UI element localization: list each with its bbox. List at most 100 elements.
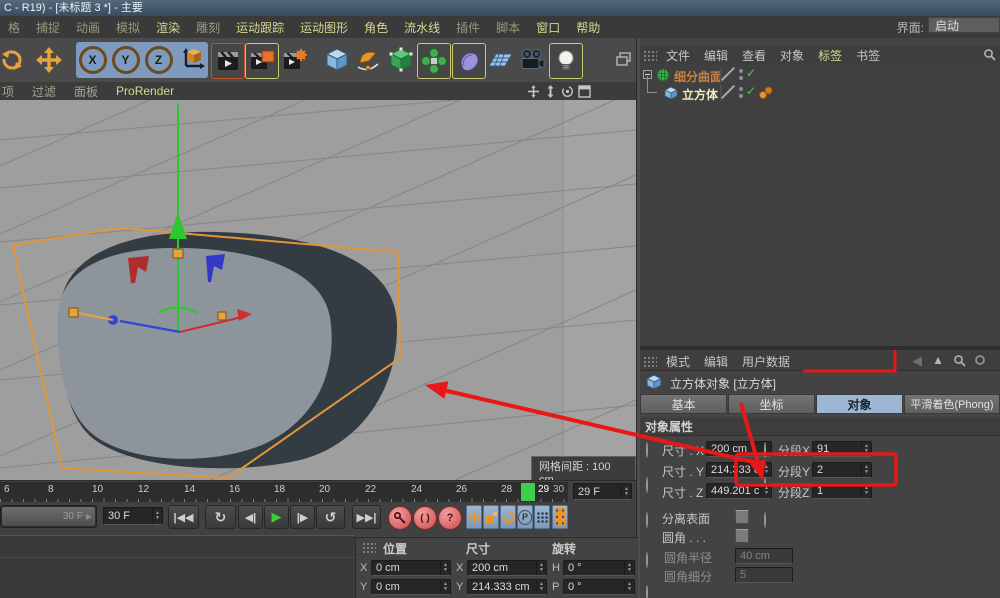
render-view-button[interactable] [211,43,245,79]
stepper[interactable] [536,561,546,575]
light-button[interactable] [549,43,583,79]
om-menu-file[interactable]: 文件 [659,47,697,64]
seg-x-field[interactable]: 91 [812,441,872,457]
om-menu-edit[interactable]: 编辑 [697,47,735,64]
deformer-button[interactable] [452,43,486,79]
position-x-field[interactable]: 0 cm [371,560,451,576]
current-frame-field[interactable]: 29 F [573,483,632,500]
om-menu-object[interactable]: 对象 [773,47,811,64]
size-z-field[interactable]: 449.201 c [706,483,772,499]
menu-window[interactable]: 窗口 [528,19,568,36]
key-rotation-button[interactable] [500,505,516,529]
key-pla-button[interactable] [534,505,550,529]
timeline-range-slider[interactable]: 30 F ▶ [0,505,97,528]
separate-surfaces-checkbox[interactable] [735,510,749,524]
phong-tag-icon[interactable] [758,86,774,103]
keyframe-selection-button[interactable]: ? [438,506,462,530]
add-primitive-button[interactable] [321,43,353,77]
previous-frame-button[interactable]: ◀| [238,505,263,529]
timeline-filmstrip-button[interactable] [552,505,568,529]
stepper[interactable] [761,463,771,477]
stepper[interactable] [440,561,450,575]
goto-end-button[interactable]: ▶▶| [352,505,381,529]
render-picture-viewer-button[interactable] [245,43,279,79]
menu-character[interactable]: 角色 [356,19,396,36]
menu-snap[interactable]: 捕捉 [28,19,68,36]
stepper[interactable] [861,463,871,477]
object-name-sds[interactable]: 细分曲面 [674,68,722,85]
horizontal-splitter[interactable] [640,346,1000,350]
object-properties-section[interactable]: 对象属性 [640,418,1000,436]
menu-motion-track[interactable]: 运动跟踪 [228,19,292,36]
pick-cursor-icon[interactable]: ▲ [932,353,944,367]
editor-visibility-dot[interactable] [739,69,743,73]
rotation-h-field[interactable]: 0 ° [563,560,635,576]
viewport-zoom-icon[interactable] [543,84,558,99]
loop-button[interactable]: ↺ [316,505,345,529]
record-radio[interactable] [646,512,648,528]
menu-mesh[interactable]: 格 [0,19,28,36]
menu-plugins[interactable]: 插件 [448,19,488,36]
fillet-checkbox[interactable] [735,529,749,543]
tab-coordinates[interactable]: 坐标 [728,394,815,414]
key-position-button[interactable] [466,505,482,529]
record-radio[interactable] [646,552,648,568]
menu-animate[interactable]: 动画 [68,19,108,36]
menu-sculpt[interactable]: 雕刻 [188,19,228,36]
rotate-tool-button[interactable] [0,43,28,77]
autokey-button[interactable]: ( ) [413,506,437,530]
size-y-field[interactable]: 214.333 c [706,462,772,478]
viewport-maximize-icon[interactable] [577,84,592,99]
record-radio[interactable] [764,512,766,528]
timeline-ruler[interactable]: 6 8 10 12 14 16 18 20 22 24 26 28 29 30 [0,482,568,502]
menu-mograph[interactable]: 运动图形 [292,19,356,36]
om-menu-tags[interactable]: 标签 [811,47,849,64]
tab-object[interactable]: 对象 [816,394,903,414]
environment-floor-button[interactable] [484,43,516,77]
menu-simulate[interactable]: 模拟 [108,19,148,36]
am-search-icon[interactable] [953,354,966,370]
menu-script[interactable]: 脚本 [488,19,528,36]
object-row-sds[interactable]: 细分曲面 [640,66,1000,84]
om-menu-bookmarks[interactable]: 书签 [849,47,887,64]
am-menu-edit[interactable]: 编辑 [697,353,735,370]
menu-help[interactable]: 帮助 [568,19,608,36]
position-y-field[interactable]: 0 cm [371,579,451,595]
stepper[interactable] [621,484,631,499]
render-settings-button[interactable] [279,43,311,77]
editor-visibility-dot[interactable] [739,87,743,91]
next-frame-button[interactable]: |▶ [290,505,315,529]
interface-dropdown[interactable]: 启动 [928,17,1000,33]
om-menu-view[interactable]: 查看 [735,47,773,64]
stepper[interactable] [861,442,871,456]
stepper[interactable] [761,484,771,498]
size-y-field[interactable]: 214.333 cm [467,579,547,595]
grip-icon[interactable] [643,50,657,61]
move-tool-button[interactable] [33,43,65,77]
seg-y-field[interactable]: 2 [812,462,872,478]
viewport-3d[interactable]: 网格间距 : 100 cm [0,100,636,480]
record-radio[interactable] [646,585,648,598]
am-menu-userdata[interactable]: 用户数据 [735,353,797,370]
record-radio[interactable] [646,442,648,458]
add-spline-button[interactable] [352,43,384,77]
restore-window-icon[interactable] [616,52,631,69]
subdivision-surface-button[interactable] [385,43,417,77]
record-keyframe-button[interactable] [388,506,412,530]
frame-spinner-field[interactable]: 30 F [103,507,163,525]
playhead[interactable] [521,483,535,501]
viewport-menu-options[interactable]: 项 [0,83,23,100]
record-radio[interactable] [764,442,766,458]
layer-toggle-sds[interactable] [720,67,722,83]
layer-toggle-cube[interactable] [720,85,722,101]
stepper[interactable] [152,508,162,524]
menu-pipeline[interactable]: 流水线 [396,19,448,36]
mograph-cloner-button[interactable] [417,43,451,79]
render-visibility-dot[interactable] [739,76,743,80]
key-scale-button[interactable] [483,505,499,529]
viewport-menu-prorender[interactable]: ProRender [107,84,183,98]
lock-y-button[interactable]: Y [109,42,142,78]
object-row-cube[interactable]: 立方体 [640,84,1000,102]
seg-z-field[interactable]: 1 [812,483,872,499]
om-search-icon[interactable] [983,48,996,64]
